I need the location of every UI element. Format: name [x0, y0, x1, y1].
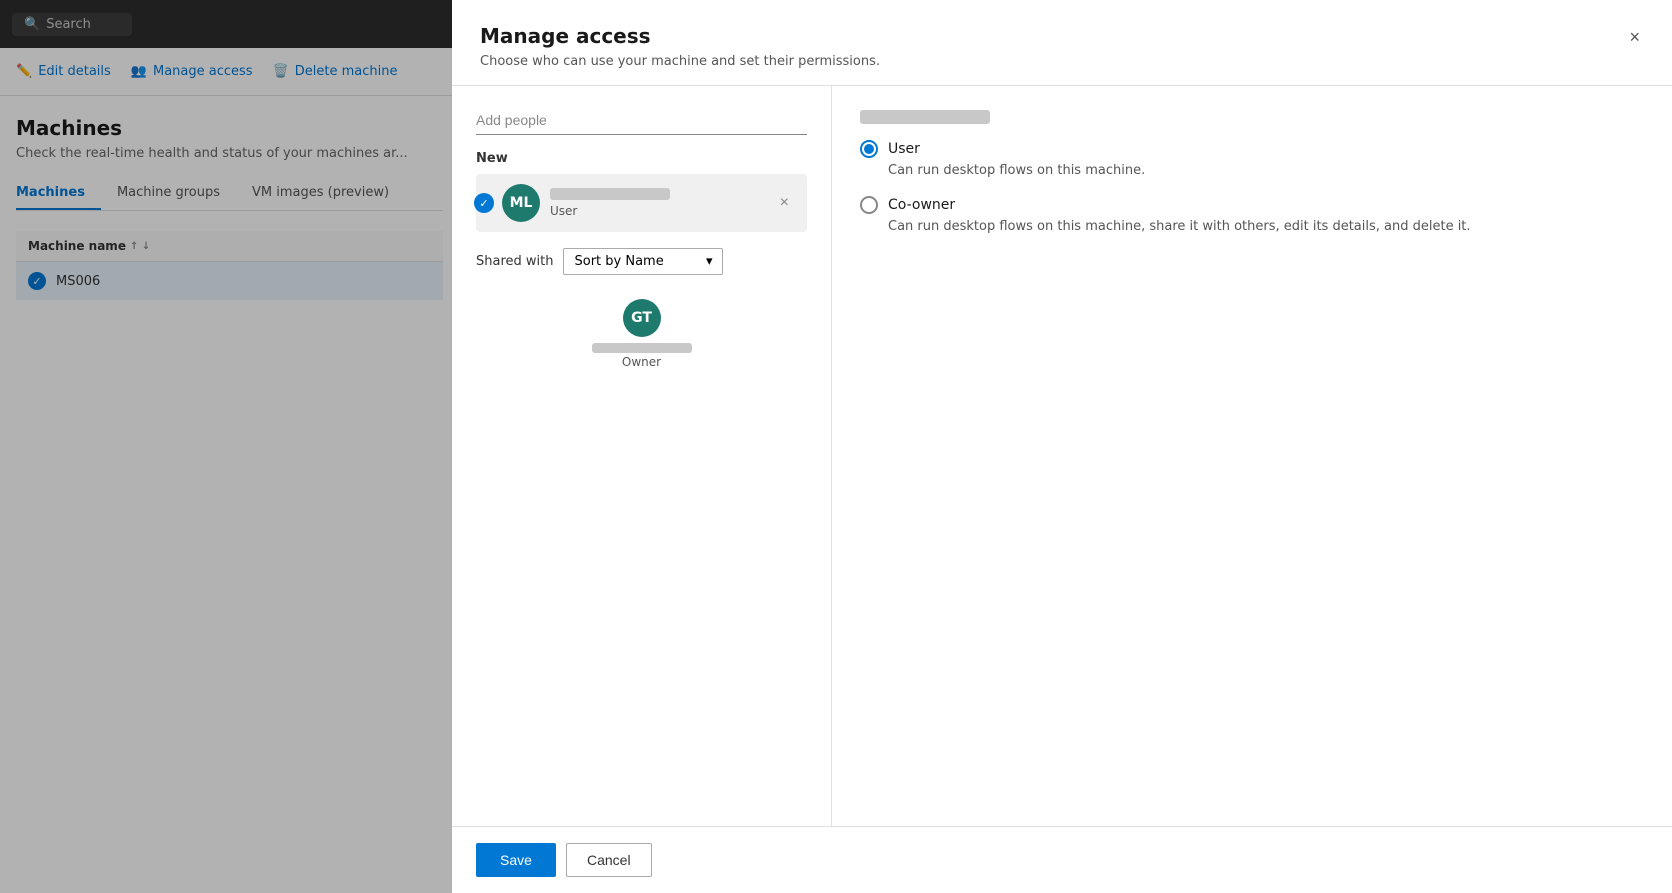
sort-label: Sort by Name [574, 254, 663, 269]
new-section-label: New [476, 151, 807, 166]
role-radio-group: User Can run desktop flows on this machi… [860, 140, 1644, 236]
user-role-description: Can run desktop flows on this machine. [888, 162, 1644, 180]
sort-dropdown[interactable]: Sort by Name ▾ [563, 248, 723, 275]
remove-person-button[interactable]: × [774, 192, 795, 214]
coowner-role-description: Can run desktop flows on this machine, s… [888, 218, 1644, 236]
manage-access-dialog: Manage access Choose who can use your ma… [452, 0, 1672, 893]
dialog-subtitle: Choose who can use your machine and set … [480, 54, 880, 69]
shared-with-row: Shared with Sort by Name ▾ [476, 248, 807, 275]
user-radio-input[interactable] [860, 140, 878, 158]
new-person-item[interactable]: ✓ ML User × [476, 174, 807, 232]
coowner-radio-input[interactable] [860, 196, 878, 214]
dialog-header-text: Manage access Choose who can use your ma… [480, 24, 880, 69]
new-person-avatar: ML [502, 184, 540, 222]
chevron-down-icon: ▾ [706, 254, 713, 269]
person-check-badge: ✓ [474, 193, 494, 213]
save-button[interactable]: Save [476, 843, 556, 877]
dialog-body: New ✓ ML User × Shared with Sort by Name… [452, 86, 1672, 826]
owner-item: GT Owner [476, 291, 807, 377]
cancel-button[interactable]: Cancel [566, 843, 652, 877]
left-panel: New ✓ ML User × Shared with Sort by Name… [452, 86, 832, 826]
owner-role: Owner [622, 355, 661, 369]
user-role-option[interactable]: User Can run desktop flows on this machi… [860, 140, 1644, 180]
right-panel: User Can run desktop flows on this machi… [832, 86, 1672, 826]
new-person-name-blurred [550, 188, 670, 200]
close-button[interactable]: × [1625, 24, 1644, 50]
new-person-role: User [550, 204, 774, 218]
coowner-role-option[interactable]: Co-owner Can run desktop flows on this m… [860, 196, 1644, 236]
selected-person-name-blurred [860, 110, 990, 124]
owner-name-blurred [592, 343, 692, 353]
add-people-input[interactable] [476, 106, 807, 135]
dialog-header: Manage access Choose who can use your ma… [452, 0, 1672, 86]
new-person-info: User [550, 188, 774, 218]
dialog-footer: Save Cancel [452, 826, 1672, 893]
coowner-role-label: Co-owner [888, 197, 955, 213]
shared-with-label: Shared with [476, 254, 553, 269]
coowner-radio-row: Co-owner [860, 196, 1644, 214]
owner-avatar: GT [623, 299, 661, 337]
dialog-title: Manage access [480, 24, 880, 48]
user-role-label: User [888, 141, 920, 157]
user-radio-row: User [860, 140, 1644, 158]
